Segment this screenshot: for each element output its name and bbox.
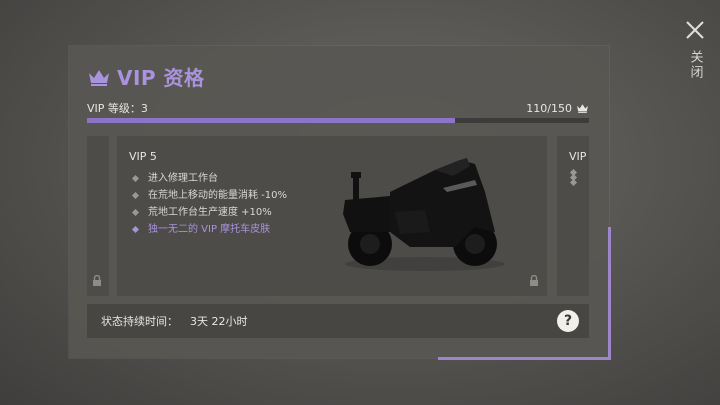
benefit-text: 荒地工作台生产速度 +10% [148,207,272,218]
vip-cards-carousel[interactable]: VIP 5 进入修理工作台 在荒地上移动的能量消耗 -10% 荒地工作台生产速度… [87,136,589,296]
crown-small-icon [577,104,588,113]
vip-progress-bar [87,118,589,123]
diamond-bullet-icon [131,174,140,183]
close-icon [686,21,704,39]
list-item: 独一无二的 VIP 摩托车皮肤 [131,221,287,238]
motorcycle-image [343,158,505,271]
page-title: VIP 资格 [117,66,205,90]
vip-level-row: VIP 等级：3 110/150 [87,100,589,116]
vip-level-label: VIP 等级：3 [87,102,148,115]
vip-card-previous[interactable] [87,136,109,296]
crown-icon [89,69,109,86]
status-duration-value: 3天 22小时 [190,315,248,328]
diamond-bullet-icon [131,191,140,200]
list-item: 在荒地上移动的能量消耗 -10% [131,187,287,204]
status-duration-label: 状态持续时间： [101,315,178,328]
help-button[interactable]: ? [557,310,579,332]
vip-benefit-list: 进入修理工作台 在荒地上移动的能量消耗 -10% 荒地工作台生产速度 +10% … [131,170,287,238]
question-icon: ? [563,313,573,329]
vip-card-next[interactable]: VIP 6 [557,136,589,296]
benefit-text: 在荒地上移动的能量消耗 -10% [148,190,288,201]
diamond-bullet-icon [569,178,578,187]
list-item: 荒地工作台生产速度 +10% [131,204,287,221]
vip-benefit-list [569,168,584,187]
vip-card-title: VIP 6 [569,150,589,163]
lock-icon [93,275,101,286]
list-item: 进入修理工作台 [131,170,287,187]
vip-points: 110/150 [526,102,589,115]
diamond-bullet-icon [131,225,140,234]
benefit-text: 独一无二的 VIP 摩托车皮肤 [148,224,271,235]
lock-icon [530,275,538,286]
diamond-bullet-icon [131,208,140,217]
benefit-text: 进入修理工作台 [148,173,218,184]
vip-card-current[interactable]: VIP 5 进入修理工作台 在荒地上移动的能量消耗 -10% 荒地工作台生产速度… [117,136,547,296]
status-duration-bar: 状态持续时间： 3天 22小时 ? [87,304,589,338]
vip-progress-fill [87,118,455,123]
vip-card-title: VIP 5 [129,150,157,163]
close-button[interactable]: 关闭 [684,20,706,80]
vip-points-value: 110/150 [526,101,572,115]
list-item [569,178,584,187]
panel-header: VIP 资格 [87,62,205,91]
close-label: 关闭 [687,50,703,80]
vip-panel: VIP 资格 VIP 等级：3 110/150 VIP 5 进入修理工作台 在荒… [69,46,611,360]
